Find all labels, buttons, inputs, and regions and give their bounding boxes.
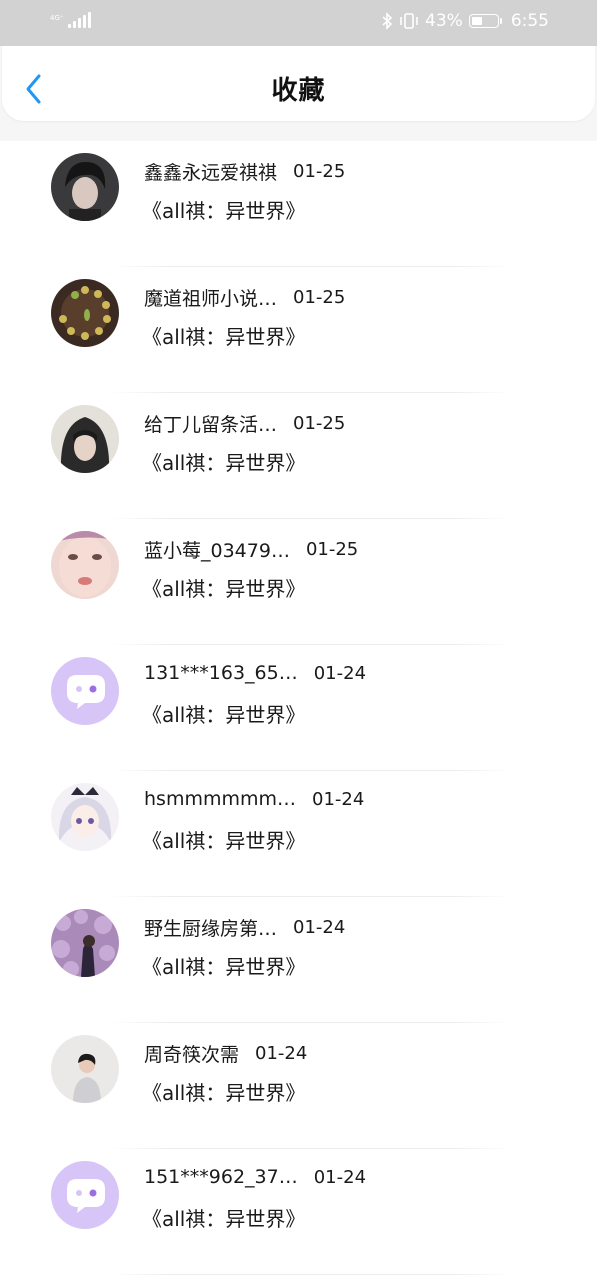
favorite-date: 01-25 — [293, 161, 346, 182]
signal-icon: 4G⁺ — [50, 12, 91, 28]
user-name: 野生厨缘房第… — [144, 918, 278, 940]
favorite-date: 01-25 — [305, 539, 359, 560]
network-type: 4G⁺ — [50, 14, 64, 22]
favorite-item[interactable]: 151***962_37… 01-24 《all祺：异世界》 — [0, 1149, 597, 1275]
avatar[interactable] — [51, 783, 119, 851]
book-title: 《all祺：异世界》 — [142, 829, 306, 853]
favorite-date: 01-25 — [293, 287, 346, 308]
user-name: 151***962_37… — [144, 1166, 298, 1188]
divider — [110, 1274, 512, 1275]
favorite-item[interactable]: 魔道祖师小说… 01-25 《all祺：异世界》 — [0, 267, 597, 393]
favorite-item[interactable]: 给丁儿留条活… 01-25 《all祺：异世界》 — [0, 393, 597, 519]
battery-icon — [468, 14, 502, 28]
vibrate-icon — [400, 13, 418, 29]
clock: 6:55 — [510, 11, 549, 31]
avatar[interactable] — [51, 1161, 119, 1229]
favorite-item[interactable]: 周奇筷次需 01-24 《all祺：异世界》 — [0, 1023, 597, 1149]
avatar[interactable] — [51, 279, 119, 347]
user-name: 给丁儿留条活… — [144, 414, 278, 436]
book-title: 《all祺：异世界》 — [142, 577, 306, 601]
book-title: 《all祺：异世界》 — [142, 703, 306, 727]
avatar[interactable] — [51, 909, 119, 977]
book-title: 《all祺：异世界》 — [142, 1081, 306, 1105]
user-name: hsmmmmmm… — [144, 788, 296, 810]
book-title: 《all祺：异世界》 — [142, 955, 306, 979]
favorite-item[interactable]: 131***163_65… 01-24 《all祺：异世界》 — [0, 645, 597, 771]
battery-percent: 43% — [425, 11, 463, 31]
favorite-date: 01-25 — [293, 413, 346, 434]
navigation-bar: 收藏 — [2, 46, 595, 121]
user-name: 131***163_65… — [144, 662, 298, 684]
favorite-item[interactable]: hsmmmmmm… 01-24 《all祺：异世界》 — [0, 771, 597, 897]
favorites-list: 鑫鑫永远爱祺祺 01-25 《all祺：异世界》 魔道祖师小说… 01-25 《… — [0, 141, 597, 1280]
book-title: 《all祺：异世界》 — [142, 451, 306, 475]
book-title: 《all祺：异世界》 — [142, 199, 306, 223]
favorite-date: 01-24 — [293, 917, 346, 938]
bluetooth-icon — [382, 12, 393, 30]
status-bar: 4G⁺ 43% 6:55 — [0, 0, 597, 46]
user-name: 魔道祖师小说… — [144, 288, 278, 310]
user-name: 周奇筷次需 — [144, 1044, 240, 1066]
book-title: 《all祺：异世界》 — [142, 1207, 306, 1231]
favorite-item[interactable]: 鑫鑫永远爱祺祺 01-25 《all祺：异世界》 — [0, 141, 597, 267]
user-name: 蓝小莓_03479… — [144, 540, 290, 562]
favorite-date: 01-24 — [255, 1043, 308, 1064]
favorite-date: 01-24 — [312, 788, 365, 810]
favorite-date: 01-24 — [313, 662, 367, 684]
favorite-item[interactable]: 蓝小莓_03479… 01-25 《all祺：异世界》 — [0, 519, 597, 645]
avatar[interactable] — [51, 657, 119, 725]
favorite-item[interactable]: 野生厨缘房第… 01-24 《all祺：异世界》 — [0, 897, 597, 1023]
avatar[interactable] — [51, 405, 119, 473]
avatar[interactable] — [51, 1035, 119, 1103]
page-title: 收藏 — [271, 76, 326, 106]
user-name: 鑫鑫永远爱祺祺 — [144, 162, 278, 184]
book-title: 《all祺：异世界》 — [142, 325, 306, 349]
avatar[interactable] — [51, 153, 119, 221]
avatar[interactable] — [51, 531, 119, 599]
favorite-date: 01-24 — [313, 1166, 367, 1188]
